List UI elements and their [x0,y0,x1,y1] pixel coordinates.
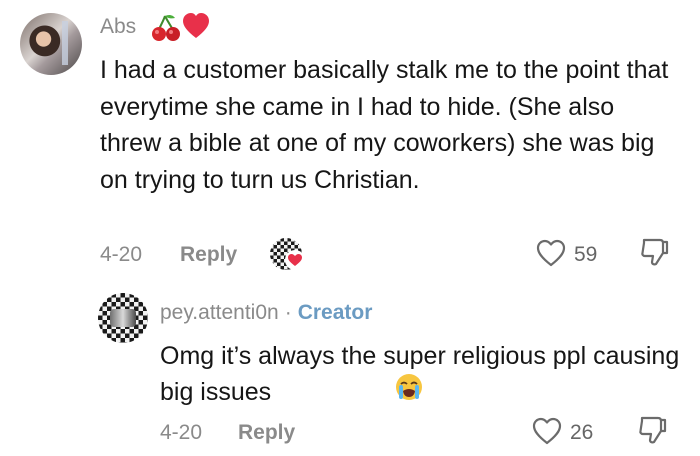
comment-text: I had a customer basically stalk me to t… [100,56,669,194]
reply-author-line: pey.attenti0n · Creator [160,300,372,326]
loudly-crying-face-emoji-icon [396,374,422,400]
reply-reply-button[interactable]: Reply [238,420,295,446]
separator-dot: · [284,301,292,324]
comment-date: 4-20 [100,243,143,266]
avatar-detail [110,309,136,327]
reply-like-heart-icon[interactable] [531,416,563,446]
cherries-emoji-icon [152,14,180,41]
reply-dislike-icon[interactable] [636,414,668,446]
reply-avatar[interactable] [98,293,148,343]
creator-liked-heart-icon [285,250,305,270]
commenter-avatar[interactable] [20,13,82,75]
comment-dislike-icon[interactable] [638,236,670,268]
avatar-detail [62,21,68,65]
reply-like-count: 26 [570,421,594,444]
reply-date: 4-20 [160,421,203,444]
red-heart-emoji-icon [183,13,209,38]
comment-reply-button[interactable]: Reply [180,242,237,268]
comment-like-heart-icon[interactable] [535,238,567,268]
reply-username[interactable]: pey.attenti0n [160,301,279,324]
comment-like-count: 59 [574,243,598,266]
creator-badge: Creator [297,301,373,324]
commenter-username[interactable]: Abs [100,13,136,41]
